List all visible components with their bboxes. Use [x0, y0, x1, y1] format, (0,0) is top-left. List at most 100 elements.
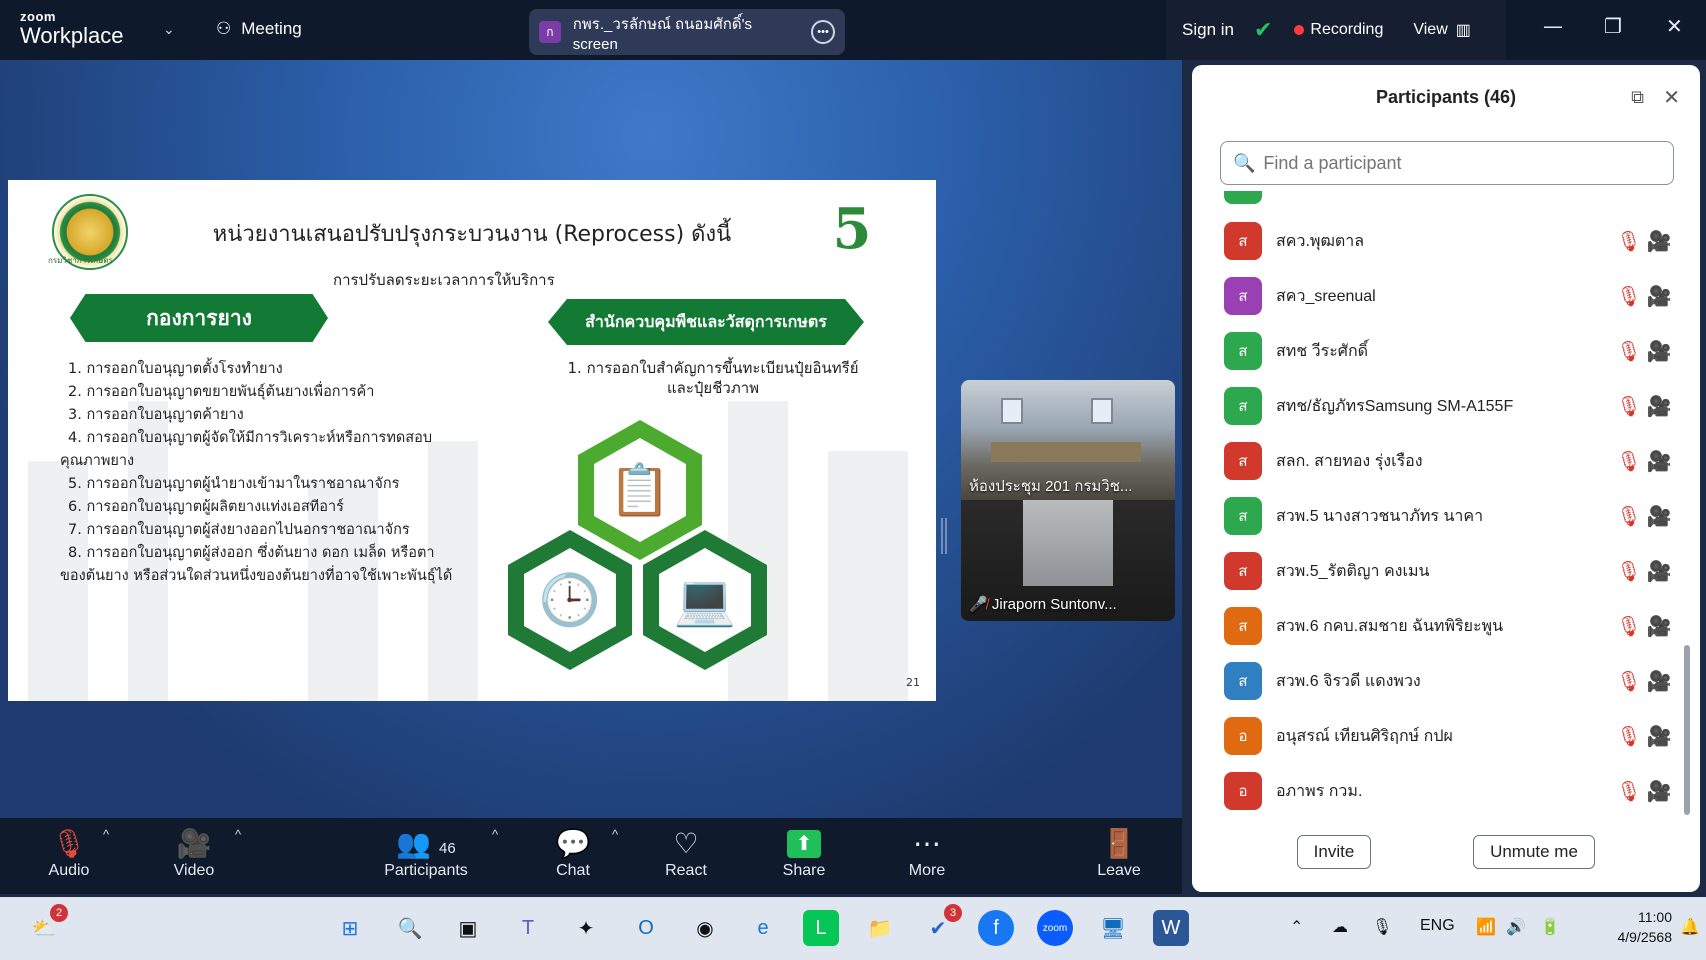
chat-options-caret[interactable]: ^ [612, 826, 618, 844]
list-item[interactable]: ส สวพ.5_รัตติญา คงเมน 🎙 🎥 [1224, 551, 1674, 591]
volume-icon[interactable]: 🔊 [1506, 917, 1526, 937]
chevron-down-icon[interactable]: ⌄ [163, 22, 175, 38]
muted-mic-icon[interactable]: 🎙 [1614, 614, 1644, 639]
word-icon[interactable]: W [1153, 910, 1189, 946]
participant-list-scrollbar[interactable] [1684, 645, 1690, 815]
video-gallery[interactable]: ห้องประชุม 201 กรมวิช... 🎤̸ Jiraporn Sun… [961, 380, 1175, 621]
battery-icon[interactable]: 🔋 [1540, 917, 1560, 937]
participant-search[interactable]: 🔍 [1220, 141, 1674, 185]
video-tile-room[interactable]: ห้องประชุม 201 กรมวิช... [961, 380, 1175, 500]
recording-indicator[interactable]: Recording [1294, 21, 1383, 39]
list-item[interactable] [1224, 191, 1674, 205]
split-resize-handle[interactable] [941, 518, 947, 554]
muted-mic-icon[interactable]: 🎙 [1614, 229, 1644, 254]
view-button[interactable]: View ▥ [1413, 20, 1471, 40]
chrome-icon[interactable]: ◉ [687, 910, 723, 946]
list-item[interactable]: ส สวพ.6 กคบ.สมชาย ฉันทพิริยะพูน 🎙 🎥 [1224, 606, 1674, 646]
video-off-icon[interactable]: 🎥 [1644, 724, 1674, 749]
meeting-menu[interactable]: ⚇ Meeting [216, 19, 302, 39]
avatar: อ [1224, 772, 1262, 810]
video-off-icon[interactable]: 🎥 [1644, 284, 1674, 309]
muted-mic-icon[interactable]: 🎙 [1614, 394, 1644, 419]
participant-name: สลก. สายทอง รุ่งเรือง [1276, 452, 1423, 470]
video-tile-person[interactable]: 🎤̸ Jiraporn Suntonv... [961, 500, 1175, 621]
close-window-icon[interactable]: ✕ [1666, 14, 1683, 38]
list-item[interactable]: ส สทช/ธัญภัทรSamsung SM-A155F 🎙 🎥 [1224, 386, 1674, 426]
video-off-icon[interactable]: 🎥 [1644, 449, 1674, 474]
video-off-icon[interactable]: 🎥 [1644, 229, 1674, 254]
participants-panel: Participants (46) ⧉ ✕ 🔍 ส สคว.พุฒตาล 🎙 🎥… [1192, 65, 1700, 892]
participants-button[interactable]: 👥 46 Participants [380, 826, 472, 880]
teams-icon[interactable]: T [510, 910, 546, 946]
restore-icon[interactable]: ❐ [1604, 14, 1622, 38]
muted-mic-icon[interactable]: 🎙 [1614, 724, 1644, 749]
search-input[interactable] [1263, 152, 1661, 174]
video-options-caret[interactable]: ^ [235, 826, 241, 844]
list-item[interactable]: อ อภาพร กวม. 🎙 🎥 [1224, 771, 1674, 811]
outlook-icon[interactable]: O [628, 910, 664, 946]
minimize-icon[interactable]: — [1543, 14, 1563, 38]
list-item[interactable]: ส สวพ.5 นางสาวชนาภัทร นาคา 🎙 🎥 [1224, 496, 1674, 536]
list-item[interactable]: ส สคว_sreenual 🎙 🎥 [1224, 276, 1674, 316]
notifications-icon[interactable]: 🔔 [1680, 917, 1700, 937]
screen-share-indicator[interactable]: ก กพร._วรลักษณ์ ถนอมศักดิ์'s screen ••• [529, 9, 845, 55]
weather-icon[interactable]: ⛅ 2 [26, 904, 68, 946]
list-item[interactable]: ส สทช วีระศักดิ์ 🎙 🎥 [1224, 331, 1674, 371]
muted-mic-icon[interactable]: 🎙 [1614, 284, 1644, 309]
video-off-icon[interactable]: 🎥 [1644, 394, 1674, 419]
language-indicator[interactable]: ENG [1420, 917, 1455, 935]
more-options-icon[interactable]: ••• [811, 20, 835, 44]
leave-button[interactable]: 🚪 Leave [1095, 826, 1143, 880]
microphone-in-use-icon[interactable]: 🎙 [1372, 917, 1392, 937]
video-off-icon[interactable]: 🎥 [1644, 614, 1674, 639]
file-explorer-icon[interactable]: 📁 [862, 910, 898, 946]
windows-start-icon[interactable]: ⊞ [332, 910, 368, 946]
search-icon[interactable]: 🔍 [392, 910, 428, 946]
todo-icon[interactable]: ✔ 3 [920, 904, 962, 946]
muted-mic-icon[interactable]: 🎙 [1614, 504, 1644, 529]
list-item[interactable]: ส สวพ.6 จิรวดี แดงพวง 🎙 🎥 [1224, 661, 1674, 701]
video-off-icon[interactable]: 🎥 [1644, 559, 1674, 584]
muted-mic-icon[interactable]: 🎙 [1614, 669, 1644, 694]
invite-button[interactable]: Invite [1297, 835, 1371, 869]
muted-mic-icon[interactable]: 🎙 [1614, 339, 1644, 364]
list-item[interactable]: อ อนุสรณ์ เทียนศิริฤกษ์ กปผ 🎙 🎥 [1224, 716, 1674, 756]
facebook-icon[interactable]: f [978, 910, 1014, 946]
sign-in-button[interactable]: Sign in [1182, 20, 1234, 40]
clock[interactable]: 11:00 4/9/2568 [1592, 907, 1673, 947]
close-panel-icon[interactable]: ✕ [1663, 85, 1680, 110]
video-button[interactable]: 🎥 Video [170, 826, 218, 880]
pop-out-icon[interactable]: ⧉ [1631, 87, 1644, 108]
share-button[interactable]: ⬆ Share [780, 826, 828, 880]
zoom-workplace-logo[interactable]: zoom Workplace [20, 10, 124, 47]
video-off-icon[interactable]: 🎥 [1644, 339, 1674, 364]
video-off-icon[interactable]: 🎥 [1644, 779, 1674, 804]
more-button[interactable]: ⋯ More [904, 826, 950, 880]
unmute-me-button[interactable]: Unmute me [1473, 835, 1595, 869]
edge-icon[interactable]: e [745, 910, 781, 946]
video-off-icon[interactable]: 🎥 [1644, 504, 1674, 529]
remote-desktop-icon[interactable]: 🖥 [1095, 910, 1131, 946]
weather-badge: 2 [50, 904, 68, 922]
wifi-icon[interactable]: 📶 [1476, 917, 1496, 937]
audio-options-caret[interactable]: ^ [103, 826, 109, 844]
chat-button[interactable]: 💬 Chat [551, 826, 595, 880]
copilot-icon[interactable]: ✦ [568, 910, 604, 946]
participants-options-caret[interactable]: ^ [492, 826, 498, 844]
show-hidden-icons[interactable]: ⌃ [1290, 917, 1303, 937]
list-item[interactable]: ส สคว.พุฒตาล 🎙 🎥 [1224, 221, 1674, 261]
encryption-shield-icon[interactable]: ✔ [1254, 17, 1272, 43]
muted-mic-icon[interactable]: 🎙 [1614, 559, 1644, 584]
muted-mic-icon[interactable]: 🎙 [1614, 449, 1644, 474]
video-off-icon[interactable]: 🎥 [1644, 669, 1674, 694]
participant-list[interactable]: ส สคว.พุฒตาล 🎙 🎥 ส สคว_sreenual 🎙 🎥 ส สท… [1192, 191, 1682, 881]
audio-button[interactable]: 🎙 Audio [45, 826, 93, 880]
react-button[interactable]: ♡ React [662, 826, 710, 880]
muted-mic-icon[interactable]: 🎙 [1614, 779, 1644, 804]
office-worker-icon: 💻 [659, 548, 751, 652]
onedrive-icon[interactable]: ☁ [1332, 917, 1348, 937]
list-item[interactable]: ส สลก. สายทอง รุ่งเรือง 🎙 🎥 [1224, 441, 1674, 481]
zoom-app-icon[interactable]: zoom [1037, 910, 1073, 946]
line-app-icon[interactable]: L [803, 910, 839, 946]
task-view-icon[interactable]: ▣ [450, 910, 486, 946]
